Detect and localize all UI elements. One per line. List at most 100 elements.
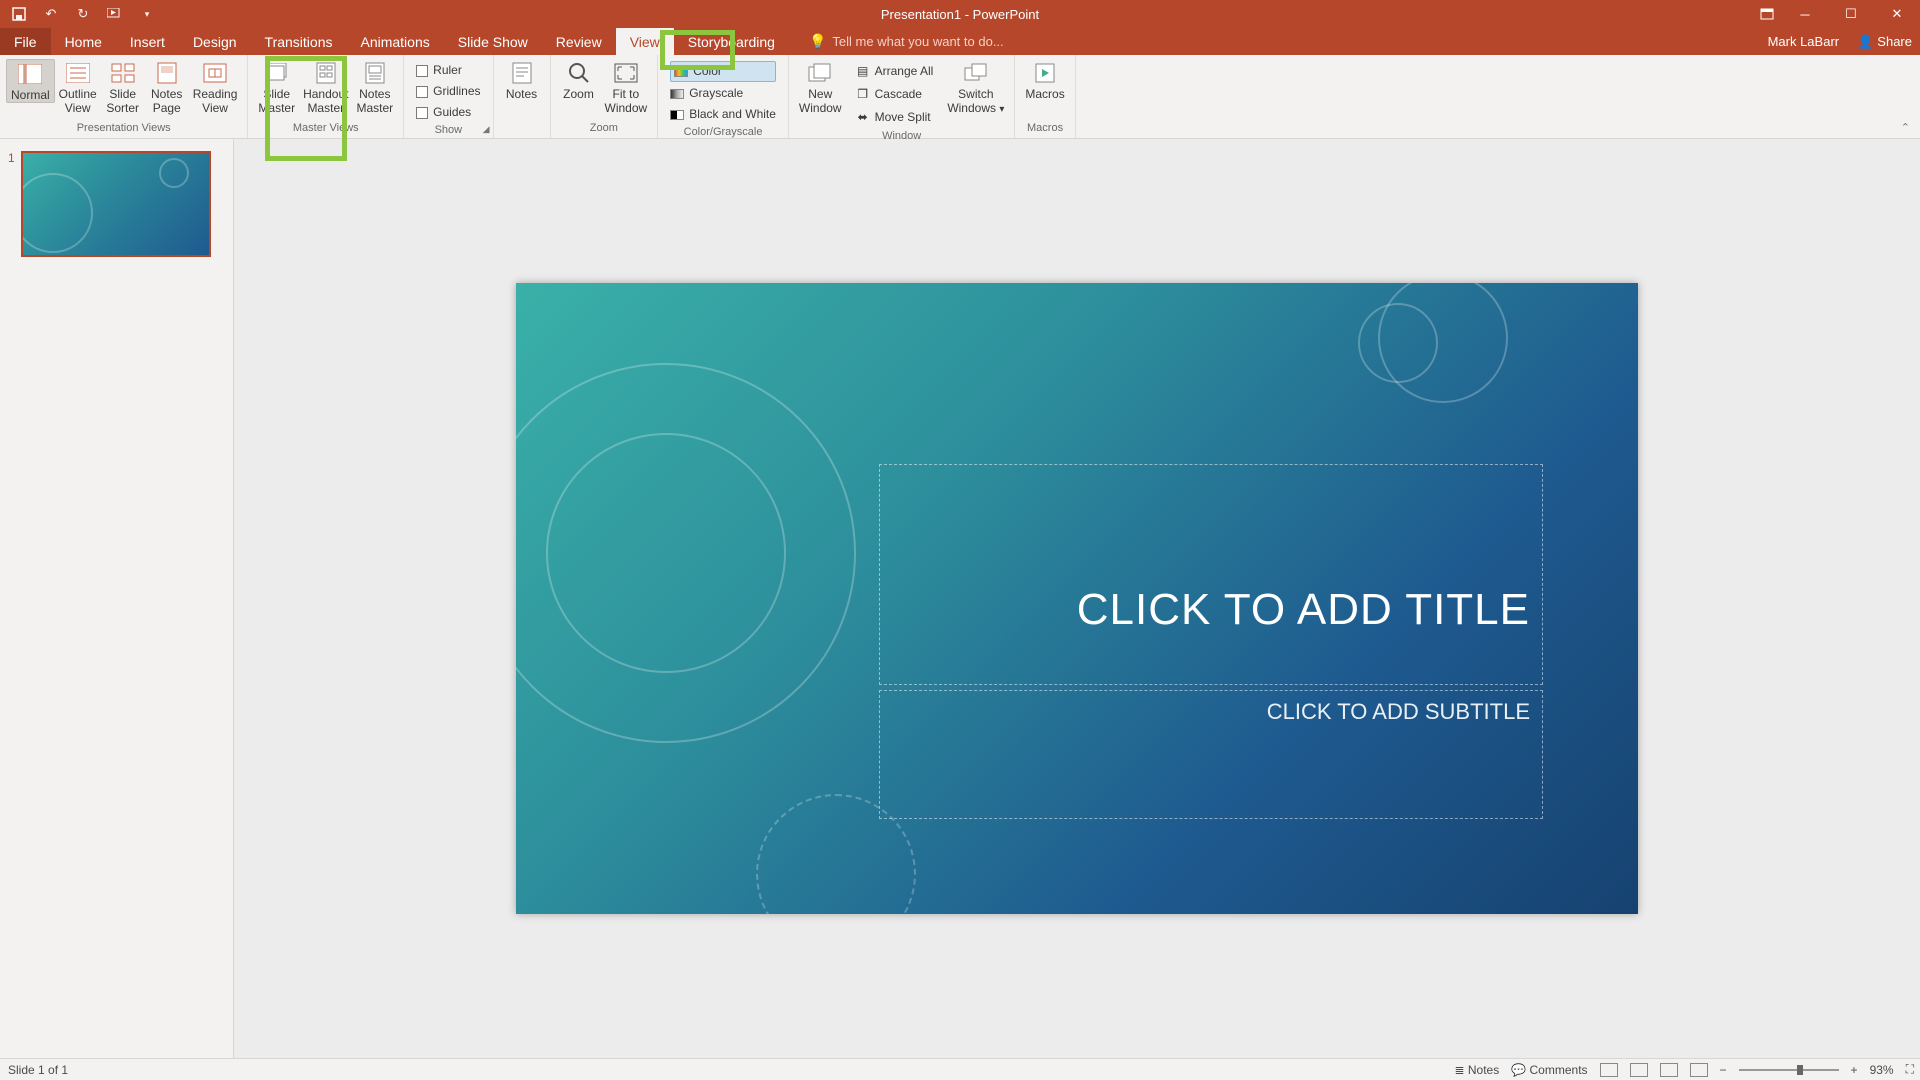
outline-view-icon [66, 61, 90, 85]
share-icon: 👤 [1857, 34, 1873, 50]
share-button[interactable]: 👤 Share [1857, 34, 1912, 50]
slide-number: 1 [8, 151, 15, 257]
tell-me-placeholder: Tell me what you want to do... [832, 34, 1003, 49]
slide-thumbnail[interactable] [21, 151, 211, 257]
group-label: Master Views [254, 122, 397, 136]
grayscale-button[interactable]: Grayscale [670, 84, 776, 103]
signed-in-user[interactable]: Mark LaBarr [1768, 34, 1840, 49]
magnifier-icon [567, 61, 591, 85]
tab-insert[interactable]: Insert [116, 28, 179, 55]
tab-design[interactable]: Design [179, 28, 251, 55]
gridlines-checkbox[interactable]: Gridlines [416, 82, 480, 101]
color-button[interactable]: Color [670, 61, 776, 82]
notes-icon [510, 61, 534, 85]
outline-view-button[interactable]: Outline View [55, 59, 101, 115]
slide-canvas[interactable]: CLICK TO ADD TITLE CLICK TO ADD SUBTITLE [516, 283, 1638, 914]
normal-view-icon[interactable] [1600, 1063, 1618, 1077]
slide-counter[interactable]: Slide 1 of 1 [8, 1063, 68, 1077]
subtitle-placeholder[interactable]: CLICK TO ADD SUBTITLE [879, 690, 1543, 819]
tab-transitions[interactable]: Transitions [251, 28, 347, 55]
subtitle-placeholder-text: CLICK TO ADD SUBTITLE [1267, 699, 1530, 725]
switch-windows-button[interactable]: Switch Windows ▾ [943, 59, 1008, 117]
fit-slide-icon[interactable]: ⛶ [1906, 1062, 1914, 1077]
title-placeholder[interactable]: CLICK TO ADD TITLE [879, 464, 1543, 685]
notes-master-button[interactable]: Notes Master [352, 59, 397, 115]
undo-icon[interactable]: ↶ [42, 5, 60, 23]
arrange-all-icon: ▤ [856, 66, 870, 78]
black-and-white-button[interactable]: Black and White [670, 105, 776, 124]
tab-animations[interactable]: Animations [346, 28, 443, 55]
zoom-in-button[interactable]: + [1851, 1063, 1858, 1077]
collapse-ribbon-icon[interactable]: ⌃ [1901, 121, 1910, 134]
ribbon-display-options-icon[interactable] [1752, 0, 1782, 28]
zoom-button[interactable]: Zoom [557, 59, 601, 101]
minimize-button[interactable]: ─ [1782, 0, 1828, 28]
fit-to-window-icon [614, 61, 638, 85]
window-title: Presentation1 - PowerPoint [881, 7, 1039, 22]
macros-button[interactable]: Macros [1021, 59, 1068, 101]
group-show: Ruler Gridlines Guides Show ◢ [404, 55, 493, 138]
status-bar: Slide 1 of 1 ≣ Notes 💬 Comments − + 93% … [0, 1058, 1920, 1080]
start-from-beginning-icon[interactable] [106, 5, 124, 23]
normal-view-button[interactable]: Normal [6, 59, 55, 103]
cascade-button[interactable]: ❐Cascade [852, 84, 938, 105]
ruler-checkbox[interactable]: Ruler [416, 61, 480, 80]
notes-toggle[interactable]: ≣ Notes [1454, 1063, 1499, 1077]
group-label: Zoom [557, 122, 652, 136]
arrange-all-button[interactable]: ▤Arrange All [852, 61, 938, 82]
slide-sorter-button[interactable]: Slide Sorter [101, 59, 145, 115]
reading-view-button[interactable]: Reading View [189, 59, 242, 115]
zoom-slider[interactable] [1739, 1069, 1839, 1071]
move-split-icon: ⬌ [856, 112, 870, 124]
group-label: Presentation Views [6, 122, 241, 136]
slide-sorter-view-icon[interactable] [1630, 1063, 1648, 1077]
tab-review[interactable]: Review [542, 28, 616, 55]
tab-slide-show[interactable]: Slide Show [444, 28, 542, 55]
group-label: Color/Grayscale [664, 126, 782, 140]
group-label: Macros [1021, 122, 1068, 136]
slide-sorter-icon [111, 61, 135, 85]
title-placeholder-text: CLICK TO ADD TITLE [1077, 585, 1530, 635]
tab-home[interactable]: Home [51, 28, 116, 55]
macros-icon [1033, 61, 1057, 85]
close-button[interactable]: ✕ [1874, 0, 1920, 28]
notes-page-icon [155, 61, 179, 85]
new-window-button[interactable]: New Window [795, 59, 846, 115]
tell-me-search[interactable]: 💡 Tell me what you want to do... [789, 28, 1004, 55]
dialog-launcher-icon[interactable]: ◢ [483, 124, 490, 135]
reading-view-icon[interactable] [1660, 1063, 1678, 1077]
tab-storyboarding[interactable]: Storyboarding [674, 28, 789, 55]
switch-windows-icon [964, 61, 988, 85]
slide-editor[interactable]: CLICK TO ADD TITLE CLICK TO ADD SUBTITLE [234, 139, 1920, 1058]
maximize-button[interactable]: ☐ [1828, 0, 1874, 28]
title-bar: ↶ ↻ ▾ Presentation1 - PowerPoint ─ ☐ ✕ [0, 0, 1920, 28]
slide-master-button[interactable]: Slide Master [254, 59, 299, 115]
zoom-out-button[interactable]: − [1720, 1063, 1727, 1077]
move-split-button[interactable]: ⬌Move Split [852, 107, 938, 128]
notes-page-button[interactable]: Notes Page [145, 59, 189, 115]
zoom-level[interactable]: 93% [1870, 1063, 1894, 1077]
group-zoom: Zoom Fit to Window Zoom [550, 55, 659, 138]
notes-master-icon [363, 61, 387, 85]
reading-view-icon [203, 61, 227, 85]
group-master-views: Slide Master Handout Master Notes Master… [248, 55, 404, 138]
workspace: 1 CLICK TO ADD TITLE CLICK TO ADD SUBTIT… [0, 139, 1920, 1058]
handout-master-button[interactable]: Handout Master [299, 59, 352, 115]
group-label: Show [410, 124, 486, 138]
notes-button[interactable]: Notes [500, 59, 544, 101]
comments-toggle[interactable]: 💬 Comments [1511, 1063, 1587, 1077]
tab-view[interactable]: View [616, 28, 674, 55]
slideshow-view-icon[interactable] [1690, 1063, 1708, 1077]
redo-icon[interactable]: ↻ [74, 5, 92, 23]
slide-thumbnail-pane[interactable]: 1 [0, 139, 234, 1058]
handout-master-icon [314, 61, 338, 85]
group-macros: Macros Macros [1015, 55, 1075, 138]
new-window-icon [808, 61, 832, 85]
fit-to-window-button[interactable]: Fit to Window [601, 59, 652, 115]
tab-file[interactable]: File [0, 28, 51, 55]
save-icon[interactable] [10, 5, 28, 23]
qat-customize-icon[interactable]: ▾ [138, 5, 156, 23]
group-notes-single: Notes [494, 55, 550, 138]
guides-checkbox[interactable]: Guides [416, 103, 480, 122]
slide-master-icon [265, 61, 289, 85]
